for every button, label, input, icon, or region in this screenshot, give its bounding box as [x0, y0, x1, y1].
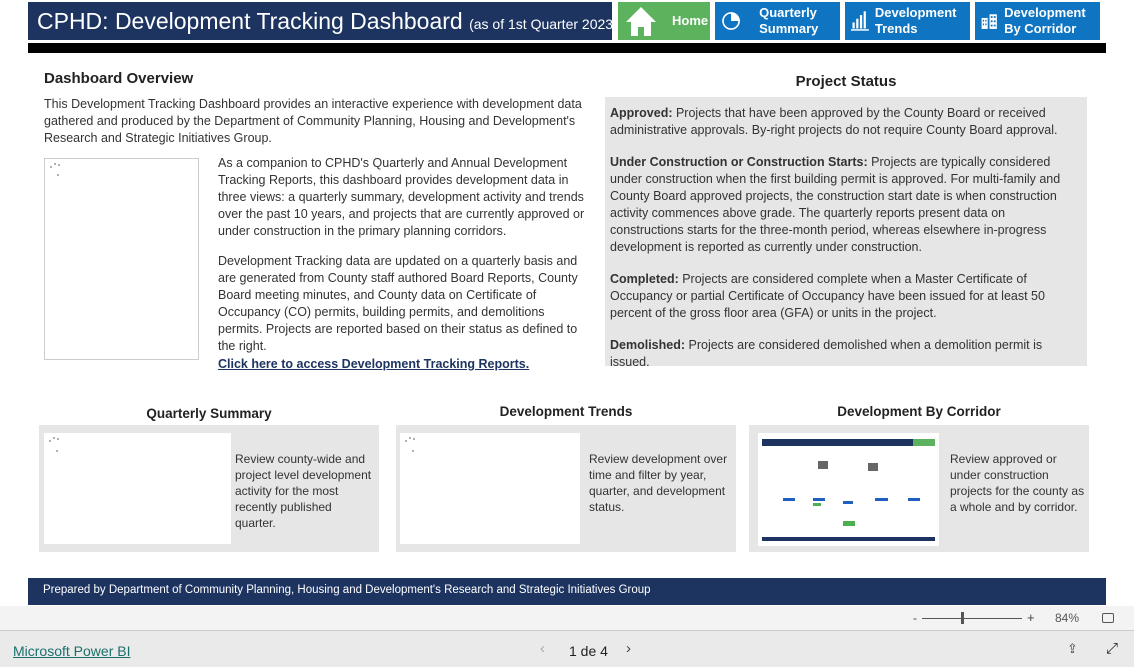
card-description: Review development over time and filter … [589, 452, 728, 514]
card-title-development-by-corridor: Development By Corridor [837, 404, 1001, 419]
card-description: Review approved or under construction pr… [950, 452, 1085, 514]
card-quarterly-summary[interactable]: Review county-wide and project level dev… [39, 425, 379, 552]
status-demolished: Demolished: Projects are considered demo… [610, 338, 1043, 369]
dashboard-title: CPHD: Development Tracking Dashboard (as… [28, 2, 618, 40]
card-thumbnail [44, 433, 231, 544]
share-icon[interactable]: ⇪ [1067, 641, 1078, 657]
reports-link[interactable]: Click here to access Development Trackin… [218, 357, 529, 371]
title-text: CPHD: Development Tracking Dashboard [37, 8, 463, 34]
card-development-trends[interactable]: Review development over time and filter … [396, 425, 736, 552]
fit-to-page-icon[interactable] [1102, 613, 1114, 623]
card-thumbnail [400, 433, 580, 544]
home-icon [626, 7, 656, 36]
nav-development-trends-button[interactable]: Development Trends [845, 2, 970, 40]
zoom-in-button[interactable]: + [1027, 610, 1035, 625]
footer-credit: Prepared by Department of Community Plan… [28, 578, 1106, 605]
card-thumbnail [758, 433, 939, 546]
bar-chart-icon [851, 11, 869, 31]
nav-development-by-corridor-button[interactable]: Development By Corridor [975, 2, 1100, 40]
pie-chart-icon [722, 12, 740, 30]
fullscreen-icon[interactable]: ⤢ [1106, 640, 1118, 657]
nav-home-button[interactable]: Home [618, 2, 710, 40]
powerbi-bottom-bar: Microsoft Power BI ‹ 1 de 4 › ⇪ ⤢ [0, 631, 1134, 667]
card-title-development-trends: Development Trends [499, 404, 633, 419]
overview-image [44, 158, 199, 360]
zoom-toolbar: - + 84% [0, 606, 1134, 631]
status-under-construction: Under Construction or Construction Start… [610, 155, 1061, 254]
next-page-button[interactable]: › [626, 640, 631, 657]
zoom-slider[interactable] [922, 618, 1022, 619]
header-divider [28, 43, 1106, 53]
nav-quarterly-summary-button[interactable]: Quarterly Summary [715, 2, 840, 40]
card-development-by-corridor[interactable]: Review approved or under construction pr… [749, 425, 1089, 552]
project-status-title: Project Status [795, 73, 897, 90]
powerbi-link[interactable]: Microsoft Power BI [13, 643, 130, 659]
project-status-panel: Approved: Projects that have been approv… [605, 97, 1087, 369]
nav-label: Quarterly Summary [759, 5, 819, 36]
overview-paragraph-2: Development Tracking data are updated on… [218, 254, 578, 353]
overview-intro: This Development Tracking Dashboard prov… [44, 97, 582, 145]
buildings-icon [981, 14, 997, 29]
page-indicator: 1 de 4 [569, 643, 608, 659]
zoom-out-button[interactable]: - [913, 611, 917, 625]
status-approved: Approved: Projects that have been approv… [610, 106, 1058, 137]
prev-page-button[interactable]: ‹ [540, 640, 545, 657]
status-completed: Completed: Projects are considered compl… [610, 272, 1045, 320]
overview-paragraph-1: As a companion to CPHD's Quarterly and A… [218, 156, 585, 238]
nav-label: Home [672, 13, 709, 28]
zoom-slider-handle[interactable] [961, 612, 964, 624]
card-description: Review county-wide and project level dev… [235, 452, 372, 530]
title-date: (as of 1st Quarter 2023) [469, 16, 618, 32]
nav-label: Development By Corridor [1004, 5, 1086, 36]
zoom-level: 84% [1055, 611, 1080, 625]
nav-label: Development Trends [874, 5, 957, 36]
overview-title: Dashboard Overview [44, 70, 194, 87]
card-title-quarterly-summary: Quarterly Summary [146, 406, 272, 421]
